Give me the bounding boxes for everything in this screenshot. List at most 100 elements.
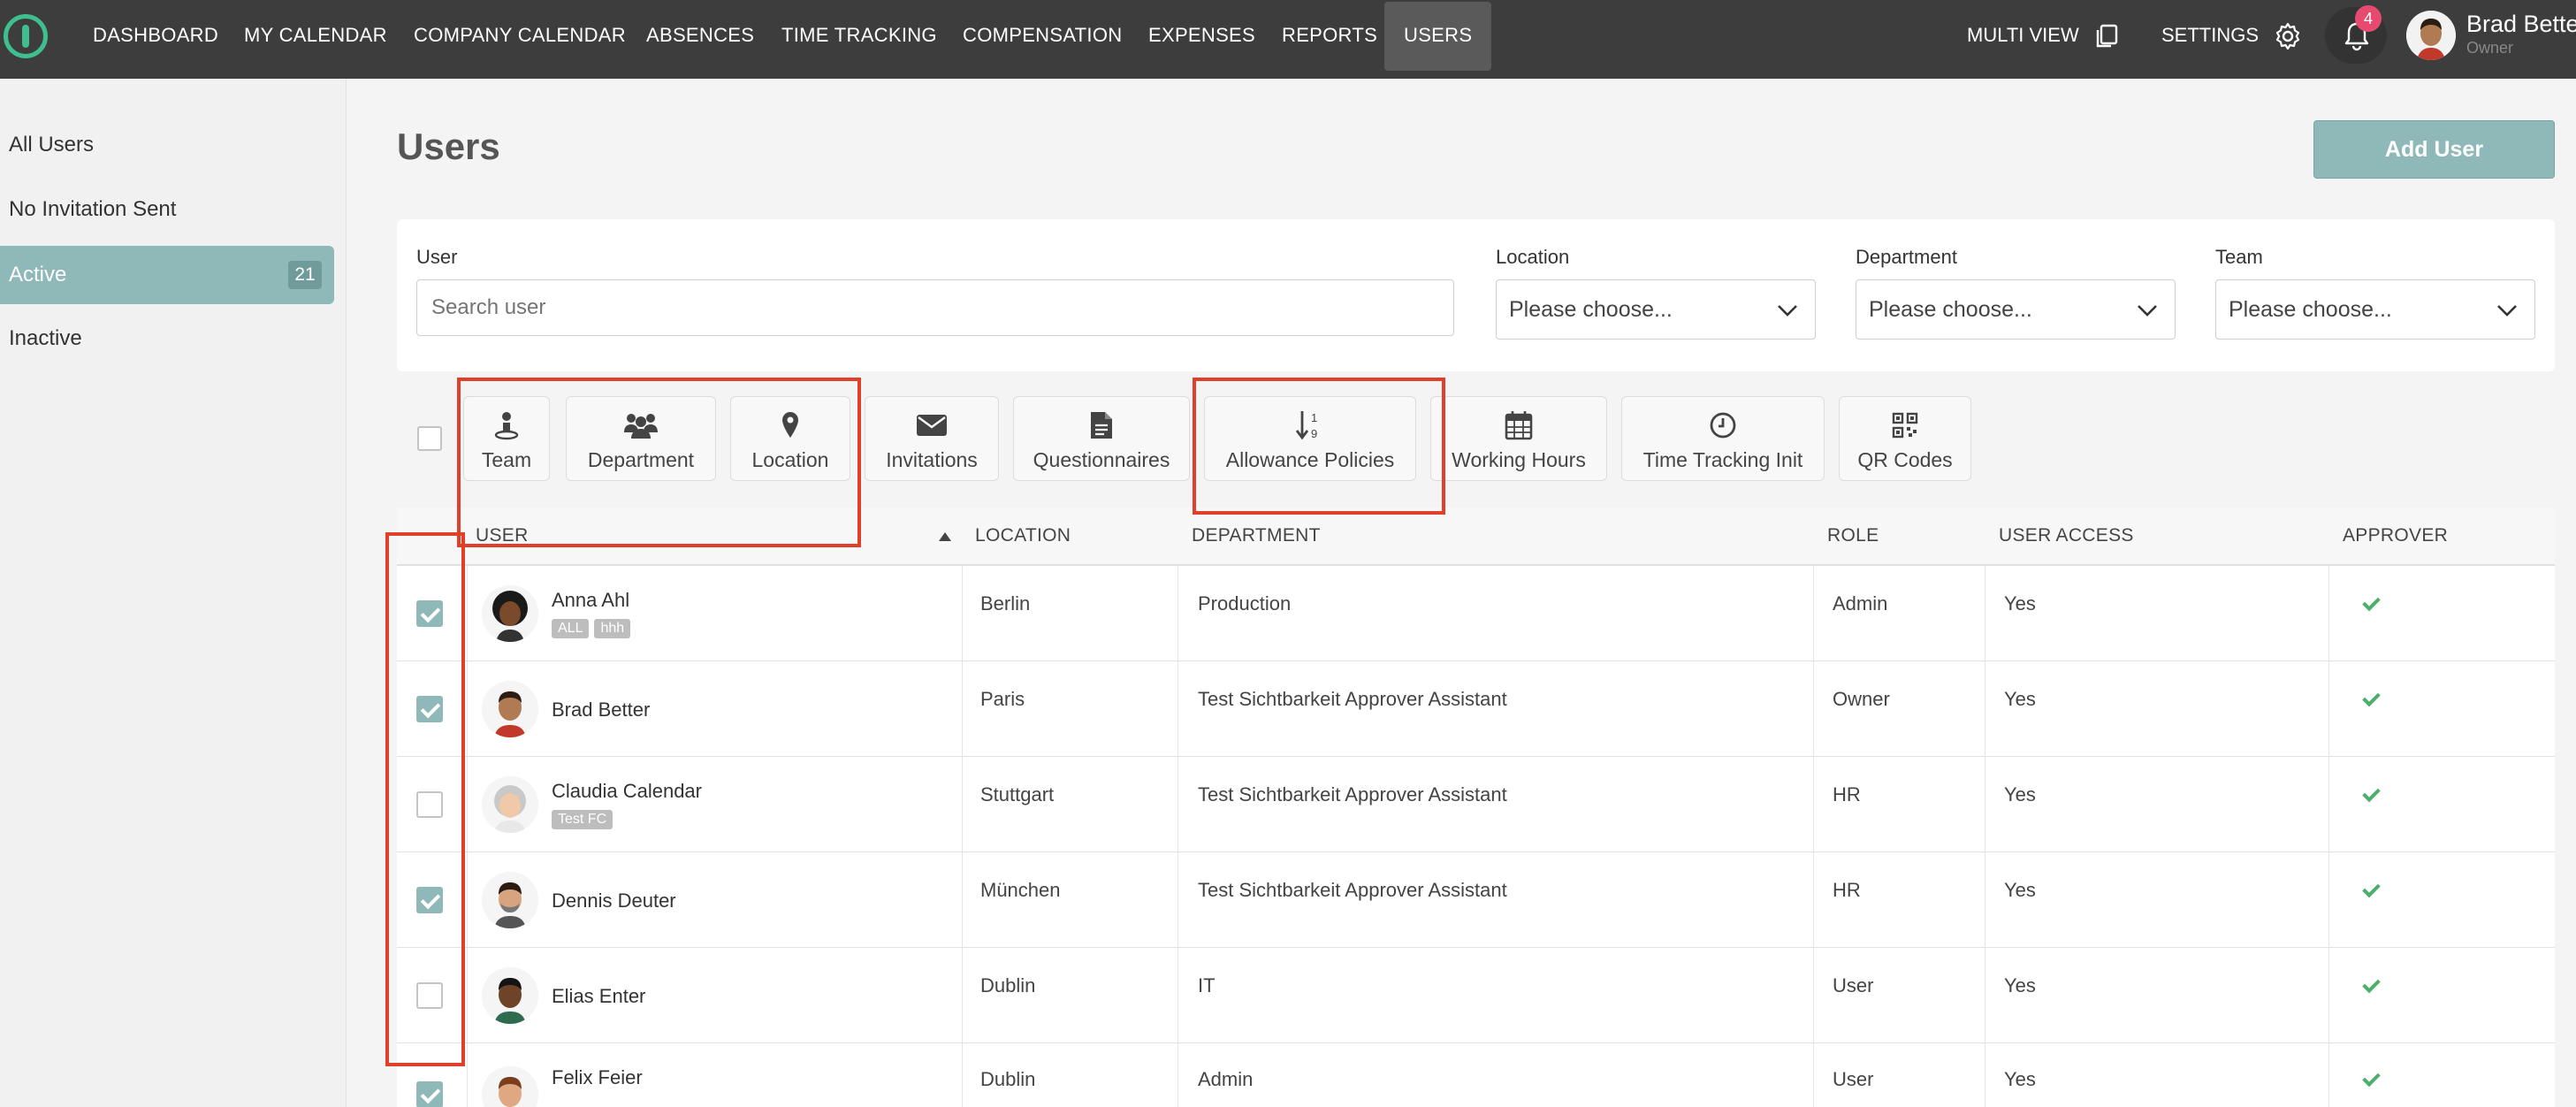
avatar-face-icon [2406, 11, 2456, 60]
sidebar-item-label: All Users [9, 133, 95, 157]
nav-users[interactable]: USERS [1384, 2, 1492, 71]
working-hours-action-button[interactable]: Working Hours [1430, 396, 1607, 481]
location-action-button[interactable]: Location [730, 396, 850, 481]
sidebar-item-label: Active [9, 263, 67, 286]
team-action-button[interactable]: Team [463, 396, 550, 481]
questionnaires-action-button[interactable]: Questionnaires [1013, 396, 1190, 481]
row-checkbox[interactable] [416, 1081, 443, 1107]
approver-check-icon [2363, 690, 2375, 709]
role-cell: User [1833, 974, 1874, 996]
approver-check-icon [2363, 881, 2375, 900]
active-count-badge: 21 [288, 261, 322, 289]
chevron-down-icon [2138, 305, 2157, 317]
column-header-user-access[interactable]: USER ACCESS [1999, 525, 2134, 546]
table-row[interactable]: Elias Enter Dublin IT User Yes [397, 948, 2555, 1043]
calendar-grid-icon [1505, 411, 1533, 440]
column-header-approver[interactable]: APPROVER [2343, 525, 2448, 546]
location-cell: Berlin [980, 592, 1031, 615]
sidebar-item-label: Inactive [9, 326, 82, 350]
column-header-role[interactable]: ROLE [1827, 525, 1879, 546]
user-name[interactable]: Dennis Deuter [552, 889, 676, 912]
user-avatar[interactable] [2406, 11, 2456, 60]
approver-check-icon [2363, 594, 2375, 614]
tool-label: Location [751, 448, 829, 471]
table-row[interactable]: Felix Feier Dublin Admin User Yes [397, 1043, 2555, 1107]
role-cell: HR [1833, 879, 1861, 901]
allowance-policies-action-button[interactable]: 19 Allowance Policies [1204, 396, 1416, 481]
team-filter-label: Team [2215, 246, 2263, 268]
user-name[interactable]: Anna Ahl [552, 589, 629, 612]
table-row[interactable]: Dennis Deuter München Test Sichtbarkeit … [397, 852, 2555, 948]
envelope-icon [917, 415, 947, 436]
nav-reports[interactable]: REPORTS [1282, 0, 1377, 69]
search-user-input[interactable] [416, 279, 1454, 336]
notification-count-badge: 4 [2355, 5, 2382, 32]
row-checkbox[interactable] [416, 982, 443, 1009]
role-cell: Owner [1833, 688, 1890, 710]
user-access-cell: Yes [2004, 688, 2036, 710]
sidebar-item-inactive[interactable]: Inactive [0, 309, 334, 368]
sidebar-item-label: No Invitation Sent [9, 197, 177, 221]
settings-button[interactable]: SETTINGS [2161, 0, 2303, 69]
nav-company-calendar[interactable]: COMPANY CALENDAR [414, 0, 626, 69]
location-cell: Stuttgart [980, 783, 1055, 805]
row-checkbox[interactable] [416, 791, 443, 818]
location-cell: Dublin [980, 1068, 1036, 1090]
row-checkbox[interactable] [416, 696, 443, 722]
department-cell: Admin [1198, 1068, 1254, 1090]
multi-view-label: MULTI VIEW [1967, 24, 2079, 46]
user-name[interactable]: Brad Better [552, 699, 650, 721]
sidebar-item-no-invitation-sent[interactable]: No Invitation Sent [0, 180, 334, 239]
tool-label: Time Tracking Init [1642, 448, 1803, 471]
current-user-name[interactable]: Brad Better [2466, 11, 2576, 38]
location-filter-label: Location [1496, 246, 1570, 268]
page-title: Users [397, 126, 500, 167]
department-select[interactable]: Please choose... [1856, 279, 2176, 340]
user-access-cell: Yes [2004, 783, 2036, 805]
table-row[interactable]: Anna Ahl ALL hhh Berlin Production Admin … [397, 566, 2555, 661]
nav-time-tracking[interactable]: TIME TRACKING [781, 0, 937, 69]
users-group-icon [624, 414, 658, 439]
app-logo-icon[interactable] [4, 14, 48, 58]
row-checkbox[interactable] [416, 600, 443, 627]
department-action-button[interactable]: Department [566, 396, 716, 481]
nav-absences[interactable]: ABSENCES [646, 0, 754, 69]
table-row[interactable]: Brad Better Paris Test Sichtbarkeit Appr… [397, 661, 2555, 757]
department-cell: Test Sichtbarkeit Approver Assistant [1198, 783, 1507, 805]
table-row[interactable]: Claudia Calendar Test FC Stuttgart Test … [397, 757, 2555, 852]
multi-view-button[interactable]: MULTI VIEW [1967, 0, 2120, 69]
user-name[interactable]: Elias Enter [552, 985, 645, 1008]
add-user-button[interactable]: Add User [2313, 120, 2555, 179]
nav-dashboard[interactable]: DASHBOARD [93, 0, 218, 69]
avatar-face-icon [482, 872, 538, 928]
sort-numeric-icon: 19 [1295, 411, 1317, 440]
column-header-department[interactable]: DEPARTMENT [1192, 525, 1321, 546]
filter-panel: User Location Please choose... Departmen… [397, 219, 2555, 371]
tool-label: Invitations [886, 448, 978, 471]
avatar-face-icon [482, 776, 538, 833]
team-select[interactable]: Please choose... [2215, 279, 2535, 340]
row-checkbox[interactable] [416, 887, 443, 913]
column-header-location[interactable]: LOCATION [975, 525, 1071, 546]
department-select-value: Please choose... [1869, 297, 2032, 322]
chevron-down-icon [2497, 305, 2517, 317]
user-name[interactable]: Felix Feier [552, 1066, 643, 1089]
location-cell: Paris [980, 688, 1025, 710]
user-tag: hhh [594, 619, 631, 638]
nav-expenses[interactable]: EXPENSES [1148, 0, 1255, 69]
invitations-action-button[interactable]: Invitations [865, 396, 999, 481]
location-select[interactable]: Please choose... [1496, 279, 1816, 340]
user-access-cell: Yes [2004, 1068, 2036, 1090]
sidebar-item-active[interactable]: Active 21 [0, 246, 334, 304]
sidebar-item-all-users[interactable]: All Users [0, 116, 334, 174]
time-tracking-init-action-button[interactable]: Time Tracking Init [1621, 396, 1825, 481]
qr-codes-action-button[interactable]: QR Codes [1839, 396, 1971, 481]
user-name[interactable]: Claudia Calendar [552, 780, 702, 803]
nav-compensation[interactable]: COMPENSATION [963, 0, 1122, 69]
sort-ascending-icon[interactable] [939, 532, 951, 541]
select-all-checkbox[interactable] [417, 426, 442, 451]
nav-my-calendar[interactable]: MY CALENDAR [244, 0, 387, 69]
column-header-user[interactable]: USER [476, 525, 529, 546]
qr-code-icon [1892, 412, 1918, 439]
avatar [482, 681, 538, 737]
